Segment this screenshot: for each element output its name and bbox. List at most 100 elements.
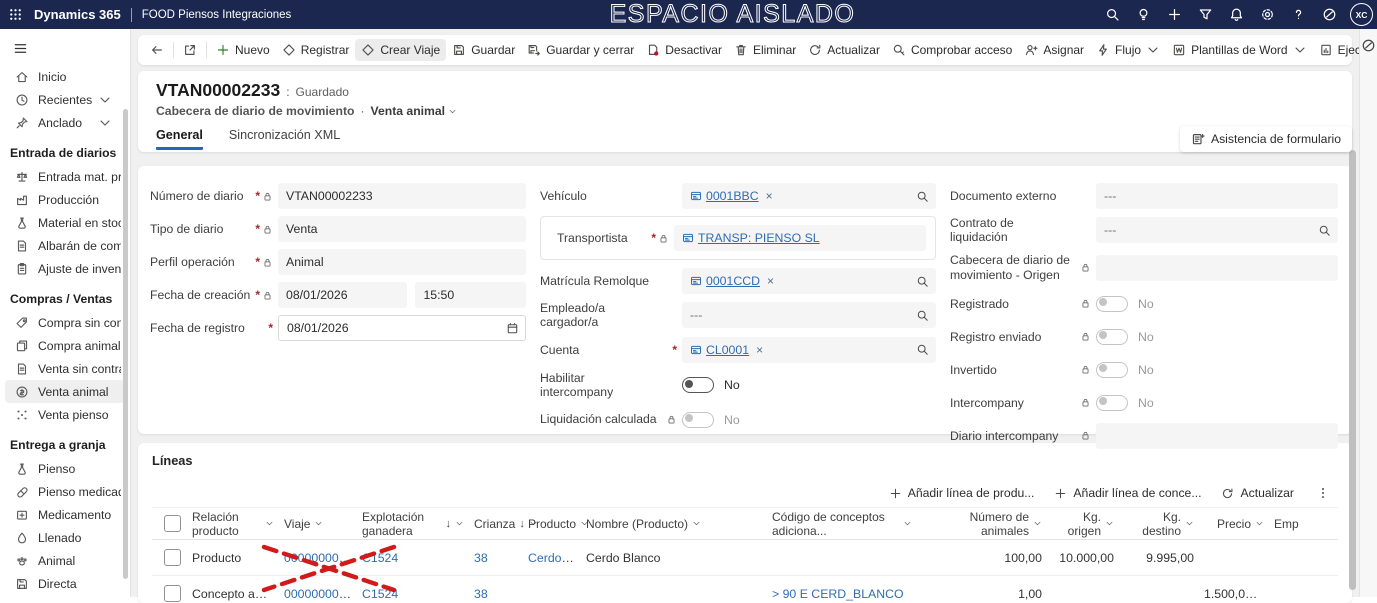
table-row[interactable]: Producto 000000001635 C1524 38 Cerdo Bla… <box>152 540 1338 576</box>
viaje-link[interactable]: 000000001635 <box>284 551 362 565</box>
search-icon[interactable] <box>916 343 929 356</box>
tipo-de-diario-input[interactable]: Venta <box>278 216 526 242</box>
column-header-viaje[interactable]: Viaje <box>284 517 362 531</box>
save-and-close-button[interactable]: Guardar y cerrar <box>521 39 640 61</box>
deactivate-button[interactable]: Desactivar <box>640 39 728 61</box>
column-header-codigo-conceptos[interactable]: Código de conceptos adiciona... <box>772 510 922 538</box>
cuenta-record-link[interactable]: CL0001 <box>706 343 749 357</box>
empleado-cargador-lookup[interactable]: --- <box>682 302 936 328</box>
column-header-crianza[interactable]: Crianza↓ <box>474 517 528 531</box>
app-launcher-waffle-icon[interactable] <box>0 0 30 29</box>
sidebar-item-inicio[interactable]: Inicio <box>5 65 125 88</box>
explotacion-ganadera-link[interactable]: C1524 <box>362 587 398 601</box>
delete-button[interactable]: Eliminar <box>728 39 802 61</box>
documento-externo-input[interactable]: --- <box>1096 183 1338 209</box>
column-header-emp[interactable]: Emp <box>1274 517 1312 531</box>
save-button[interactable]: Guardar <box>446 39 521 61</box>
crear-viaje-button[interactable]: Crear Viaje <box>355 39 446 61</box>
check-access-button[interactable]: Comprobar acceso <box>886 39 1018 61</box>
app-name[interactable]: FOOD Piensos Integraciones <box>142 9 292 21</box>
view-selector[interactable]: Venta animal <box>371 104 458 118</box>
search-icon[interactable] <box>916 190 929 203</box>
vehiculo-lookup[interactable]: 0001BBC × <box>682 183 936 209</box>
habilitar-intercompany-toggle[interactable] <box>682 377 714 393</box>
help-icon[interactable] <box>1286 3 1310 27</box>
copilot-icon[interactable] <box>1317 3 1341 27</box>
search-icon[interactable] <box>1318 224 1331 237</box>
column-header-explotacion-ganadera[interactable]: Explotación ganadera↓ <box>362 510 474 538</box>
main-scrollbar[interactable] <box>1349 150 1356 590</box>
tab-general[interactable]: General <box>156 128 203 150</box>
filter-icon[interactable] <box>1193 3 1217 27</box>
assign-button[interactable]: Asignar <box>1018 39 1090 61</box>
fecha-de-registro-input[interactable]: 08/01/2026 <box>278 315 526 341</box>
row-checkbox[interactable] <box>164 549 181 566</box>
sidebar-scrollbar[interactable] <box>123 109 128 579</box>
sidebar-item-anclado[interactable]: Anclado <box>5 111 125 134</box>
sidebar-item-compra-sin-contrato[interactable]: Compra sin contra... <box>5 311 125 334</box>
crianza-link[interactable]: 38 <box>474 551 488 565</box>
user-avatar[interactable]: XC <box>1350 3 1373 26</box>
tab-sincronizacion-xml[interactable]: Sincronización XML <box>229 128 340 150</box>
numero-de-diario-input[interactable]: VTAN00002233 <box>278 183 526 209</box>
sidebar-item-entrada-mat-prima[interactable]: Entrada mat. prima <box>5 165 125 188</box>
remove-tag-icon[interactable]: × <box>766 189 773 203</box>
column-header-producto[interactable]: Producto <box>528 517 586 531</box>
sidebar-item-pienso[interactable]: Pienso <box>5 457 125 480</box>
sidebar-item-produccion[interactable]: Producción <box>5 188 125 211</box>
transportista-lookup[interactable]: TRANSP: PIENSO SL <box>674 225 926 251</box>
viaje-link[interactable]: 000000001635 <box>284 587 362 601</box>
back-button[interactable] <box>144 39 170 61</box>
word-templates-dropdown-button[interactable]: Plantillas de Word <box>1166 39 1313 61</box>
remove-tag-icon[interactable]: × <box>767 274 774 288</box>
notifications-bell-icon[interactable] <box>1224 3 1248 27</box>
add-product-line-button[interactable]: Añadir línea de produ... <box>889 486 1035 500</box>
crianza-link[interactable]: 38 <box>474 587 488 601</box>
popout-button[interactable] <box>177 39 203 61</box>
explotacion-ganadera-link[interactable]: C1524 <box>362 551 398 565</box>
new-button[interactable]: Nuevo <box>210 39 276 61</box>
column-header-precio[interactable]: Precio <box>1204 517 1274 531</box>
perfil-operacion-input[interactable]: Animal <box>278 249 526 275</box>
contrato-de-liquidacion-lookup[interactable]: --- <box>1096 217 1338 243</box>
vehiculo-record-link[interactable]: 0001BBC <box>706 189 759 203</box>
sidebar-item-compra-animal[interactable]: Compra animal <box>5 334 125 357</box>
lightbulb-icon[interactable] <box>1131 3 1155 27</box>
row-checkbox[interactable] <box>164 585 181 602</box>
column-header-kg-origen[interactable]: Kg. origen <box>1052 510 1124 538</box>
sidebar-item-venta-animal-selected[interactable]: Venta animal <box>5 380 125 403</box>
column-header-nombre-producto[interactable]: Nombre (Producto) <box>586 517 772 531</box>
refresh-button[interactable]: Actualizar <box>802 39 886 61</box>
matricula-remolque-lookup[interactable]: 0001CCD× <box>682 268 936 294</box>
cuenta-lookup[interactable]: CL0001× <box>682 337 936 363</box>
sidebar-item-medicamento[interactable]: Medicamento <box>5 503 125 526</box>
quick-create-plus-icon[interactable] <box>1162 3 1186 27</box>
copilot-pane-icon[interactable] <box>1361 38 1376 53</box>
select-all-checkbox[interactable] <box>164 515 181 532</box>
settings-gear-icon[interactable] <box>1255 3 1279 27</box>
sidebar-item-animal[interactable]: Animal <box>5 549 125 572</box>
add-concept-line-button[interactable]: Añadir línea de conce... <box>1054 486 1201 500</box>
sidebar-collapse-icon[interactable] <box>9 37 31 59</box>
sidebar-item-albaran-de-compra[interactable]: Albarán de compra <box>5 234 125 257</box>
flow-dropdown-button[interactable]: Flujo <box>1090 39 1166 61</box>
sidebar-item-venta-pienso[interactable]: Venta pienso <box>5 403 125 426</box>
sidebar-item-venta-sin-contrato[interactable]: Venta sin contrato <box>5 357 125 380</box>
registrar-button[interactable]: Registrar <box>276 39 356 61</box>
sidebar-item-material-en-stock[interactable]: Material en stock <box>5 211 125 234</box>
transportista-record-link[interactable]: TRANSP: PIENSO SL <box>698 231 820 245</box>
sidebar-item-pienso-medicado[interactable]: Pienso medicado <box>5 480 125 503</box>
sidebar-item-directa[interactable]: Directa <box>5 572 125 595</box>
fecha-de-creacion-time-input[interactable]: 15:50 <box>415 282 526 308</box>
fecha-de-creacion-date-input[interactable]: 08/01/2026 <box>278 282 407 308</box>
form-assistant-button[interactable]: Asistencia de formulario <box>1180 126 1352 152</box>
codigo-conceptos-link[interactable]: > 90 E CERD_BLANCO <box>772 587 904 601</box>
column-header-relacion-producto[interactable]: Relación producto <box>192 510 284 538</box>
column-header-numero-de-animales[interactable]: Número de animales <box>922 510 1052 538</box>
grid-overflow-menu-icon[interactable] <box>1314 484 1332 502</box>
sidebar-item-recientes[interactable]: Recientes <box>5 88 125 111</box>
column-header-kg-destino[interactable]: Kg. destino <box>1124 510 1204 538</box>
brand-title[interactable]: Dynamics 365 <box>34 7 121 22</box>
sidebar-item-ajuste-de-inventario[interactable]: Ajuste de inventario <box>5 257 125 280</box>
producto-link[interactable]: Cerdo Bla... <box>528 551 586 565</box>
